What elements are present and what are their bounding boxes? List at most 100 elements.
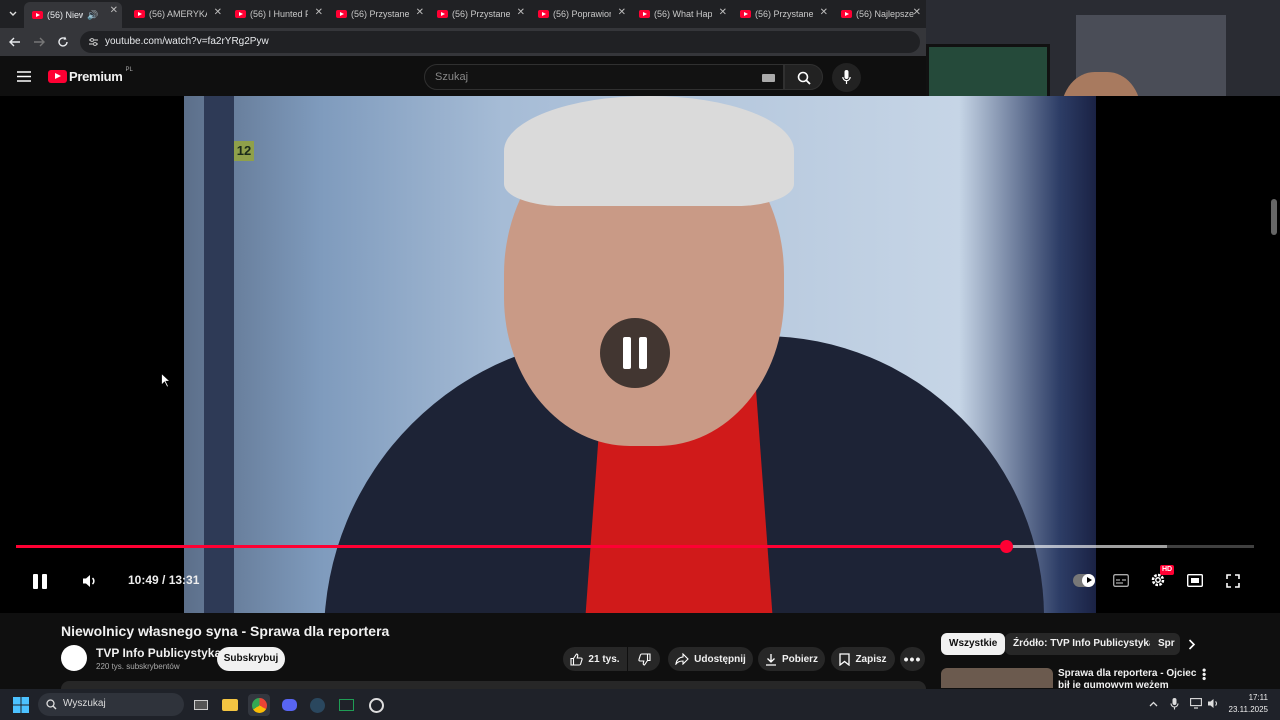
tab-close-icon[interactable]: ✕: [820, 7, 828, 18]
save-button[interactable]: Zapisz: [831, 647, 895, 671]
browser-tab-5[interactable]: (56) Poprawion ✕: [532, 4, 630, 24]
address-bar[interactable]: youtube.com/watch?v=fa2rYRg2Pyw: [80, 31, 920, 53]
keyboard-icon[interactable]: [762, 74, 775, 82]
presenter-hair: [504, 96, 794, 206]
thumbs-down-icon: [637, 652, 651, 666]
browser-tab-0[interactable]: (56) Niewo 🔊 ✕: [24, 2, 122, 28]
file-explorer-icon[interactable]: [219, 694, 241, 716]
browser-tab-1[interactable]: (56) AMERYKA ✕: [128, 4, 226, 24]
description-box[interactable]: [61, 681, 926, 689]
obs-icon[interactable]: [365, 694, 387, 716]
windows-start-icon[interactable]: [13, 697, 29, 713]
clock-date[interactable]: 23.11.2025: [1229, 705, 1268, 714]
speaker-icon: 🔊: [87, 9, 99, 20]
fullscreen-icon[interactable]: [1226, 574, 1240, 588]
youtube-favicon-icon: [437, 10, 448, 18]
tab-close-icon[interactable]: ✕: [618, 7, 626, 18]
tab-close-icon[interactable]: ✕: [416, 7, 424, 18]
progress-bar[interactable]: [16, 540, 1254, 553]
video-title: Niewolnicy własnego syna - Sprawa dla re…: [61, 623, 390, 639]
youtube-premium-logo[interactable]: Premium PL: [48, 66, 133, 84]
chrome-icon[interactable]: [248, 694, 270, 716]
volume-icon[interactable]: [1207, 698, 1219, 709]
pause-icon[interactable]: [31, 573, 49, 590]
search-input[interactable]: Szukaj: [424, 64, 784, 90]
chip-related[interactable]: Spr: [1150, 633, 1180, 655]
tab-label: (56) I Hunted P: [250, 9, 308, 19]
more-actions-button[interactable]: •••: [900, 647, 925, 671]
thumbs-up-icon: [570, 652, 584, 666]
subscribe-button[interactable]: Subskrybuj: [217, 647, 285, 671]
network-icon[interactable]: [1190, 698, 1202, 709]
autoplay-toggle[interactable]: [1073, 574, 1095, 587]
mouse-cursor-icon: [161, 373, 171, 388]
youtube-logo-icon: [48, 70, 67, 83]
search-placeholder: Szukaj: [435, 71, 469, 83]
tv-channel-badge: 12: [234, 141, 254, 161]
site-info-icon[interactable]: [88, 37, 99, 47]
tab-label: (56) Przystane: [351, 9, 409, 19]
microphone-icon[interactable]: [1170, 698, 1179, 710]
browser-tab-6[interactable]: (56) What Happ ✕: [633, 4, 731, 24]
subtitles-icon[interactable]: [1113, 574, 1129, 587]
hd-badge: HD: [1160, 565, 1175, 575]
page-scrollbar[interactable]: [1271, 199, 1277, 235]
chip-all[interactable]: Wszystkie: [941, 633, 1006, 655]
steam-icon[interactable]: [306, 694, 328, 716]
task-view-icon[interactable]: [190, 694, 212, 716]
search-button[interactable]: [784, 64, 823, 90]
share-icon: [675, 653, 689, 665]
subscriber-count: 220 tys. subskrybentów: [96, 662, 180, 671]
excel-icon[interactable]: [335, 694, 357, 716]
dislike-button[interactable]: [628, 647, 660, 671]
menu-icon[interactable]: [17, 71, 31, 82]
tab-close-icon[interactable]: ✕: [719, 7, 727, 18]
forward-arrow-icon[interactable]: [33, 37, 45, 47]
browser-tab-3[interactable]: (56) Przystane ✕: [330, 4, 428, 24]
chevron-right-icon[interactable]: [1188, 639, 1196, 650]
tab-close-icon[interactable]: ✕: [110, 5, 118, 16]
like-button[interactable]: 21 tys.: [563, 647, 627, 671]
browser-tab-8[interactable]: (56) Najlepsze ✕: [835, 4, 925, 24]
logo-text: Premium: [69, 69, 123, 84]
browser-tab-2[interactable]: (56) I Hunted P ✕: [229, 4, 327, 24]
tab-close-icon[interactable]: ✕: [913, 7, 921, 18]
channel-avatar[interactable]: [61, 645, 87, 671]
theater-mode-icon[interactable]: [1187, 574, 1203, 587]
save-label: Zapisz: [855, 653, 887, 665]
tab-close-icon[interactable]: ✕: [315, 7, 323, 18]
discord-icon[interactable]: [278, 694, 300, 716]
tab-close-icon[interactable]: ✕: [517, 7, 525, 18]
clock-time[interactable]: 17:11: [1249, 693, 1268, 702]
youtube-favicon-icon: [134, 10, 145, 18]
browser-tab-7[interactable]: (56) Przystane ✕: [734, 4, 832, 24]
chip-source[interactable]: Źródło: TVP Info Publicystyka: [1005, 633, 1163, 655]
chevron-up-icon[interactable]: [1149, 701, 1158, 707]
tab-search-button[interactable]: [4, 4, 22, 24]
recommendation-menu-icon[interactable]: •••: [1197, 668, 1211, 681]
video-player[interactable]: 12 10:49 / 13:31 HD: [0, 96, 1280, 613]
recommendation-thumbnail[interactable]: [941, 668, 1053, 688]
channel-name[interactable]: TVP Info Publicystyka: [96, 646, 221, 660]
region-code: PL: [125, 66, 133, 73]
taskbar-search[interactable]: Wyszukaj: [38, 693, 184, 716]
download-button[interactable]: Pobierz: [758, 647, 825, 671]
browser-tab-4[interactable]: (56) Przystane ✕: [431, 4, 529, 24]
volume-icon[interactable]: [82, 573, 98, 589]
bookmark-icon: [839, 652, 851, 666]
youtube-favicon-icon: [639, 10, 650, 18]
share-label: Udostępnij: [694, 653, 746, 665]
share-button[interactable]: Udostępnij: [668, 647, 753, 671]
progress-played: [16, 545, 1007, 548]
voice-search-button[interactable]: [832, 63, 861, 92]
browser-toolbar: youtube.com/watch?v=fa2rYRg2Pyw: [0, 28, 926, 56]
center-pause-button[interactable]: [600, 318, 670, 388]
back-arrow-icon[interactable]: [9, 37, 21, 47]
aquarium: [926, 44, 1050, 102]
browser-tab-strip: (56) Niewo 🔊 ✕ (56) AMERYKA ✕ (56) I Hunt…: [0, 0, 926, 28]
youtube-favicon-icon: [235, 10, 246, 18]
tab-label: (56) AMERYKA: [149, 9, 207, 19]
reload-icon[interactable]: [57, 36, 69, 48]
recommendation-title[interactable]: Sprawa dla reportera - Ojciec bił je gum…: [1058, 668, 1198, 688]
tab-close-icon[interactable]: ✕: [214, 7, 222, 18]
